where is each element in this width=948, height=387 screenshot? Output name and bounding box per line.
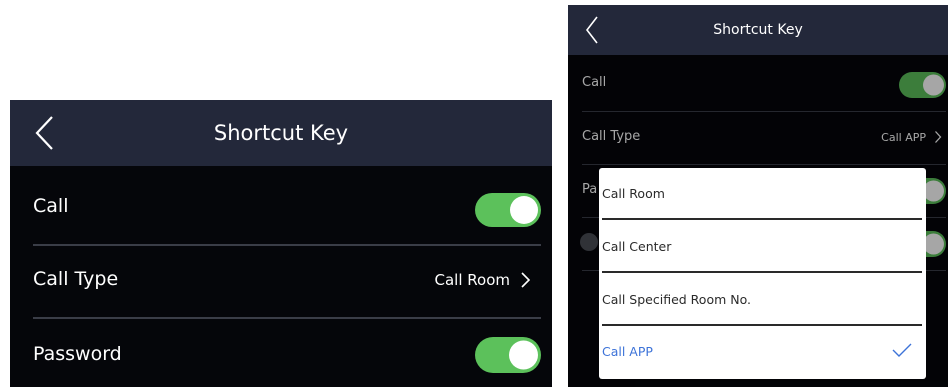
dropdown-option-call-app[interactable]: Call APP <box>599 326 926 378</box>
checkmark-icon <box>892 342 912 361</box>
page-title: Shortcut Key <box>213 121 349 145</box>
row-label: Call Type <box>33 268 119 290</box>
call-type-value[interactable]: Call Room <box>434 268 531 292</box>
dropdown-option-call-specified-room[interactable]: Call Specified Room No. <box>599 274 926 326</box>
setting-row-call-type: Call Type Call Room <box>10 246 552 318</box>
page-title: Shortcut Key <box>713 22 803 38</box>
shortcut-key-screen-right: Shortcut Key Call Call Type Call APP Pa <box>568 5 948 387</box>
header-bar: Shortcut Key <box>568 5 948 55</box>
option-label: Call APP <box>602 344 653 359</box>
divider <box>602 271 922 273</box>
setting-row-password: Password <box>10 319 552 387</box>
call-type-dropdown: Call Room Call Center Call Specified Roo… <box>599 168 926 379</box>
option-label: Call Room <box>602 186 665 201</box>
dropdown-option-call-room[interactable]: Call Room <box>599 168 926 220</box>
option-label: Call Center <box>602 239 672 254</box>
divider <box>602 218 922 220</box>
dropdown-option-call-center[interactable]: Call Center <box>599 221 926 273</box>
setting-row-call: Call <box>10 166 552 245</box>
row-label: Password <box>33 343 122 365</box>
option-label: Call Specified Room No. <box>602 292 752 307</box>
call-type-selected: Call Room <box>434 271 510 289</box>
shortcut-key-screen-left: Shortcut Key Call Call Type Call Room Pa… <box>10 100 552 387</box>
header-bar: Shortcut Key <box>10 100 552 166</box>
row-label: Call <box>33 195 69 217</box>
call-toggle[interactable] <box>475 193 541 227</box>
password-toggle[interactable] <box>475 337 541 373</box>
chevron-right-icon <box>520 271 531 289</box>
